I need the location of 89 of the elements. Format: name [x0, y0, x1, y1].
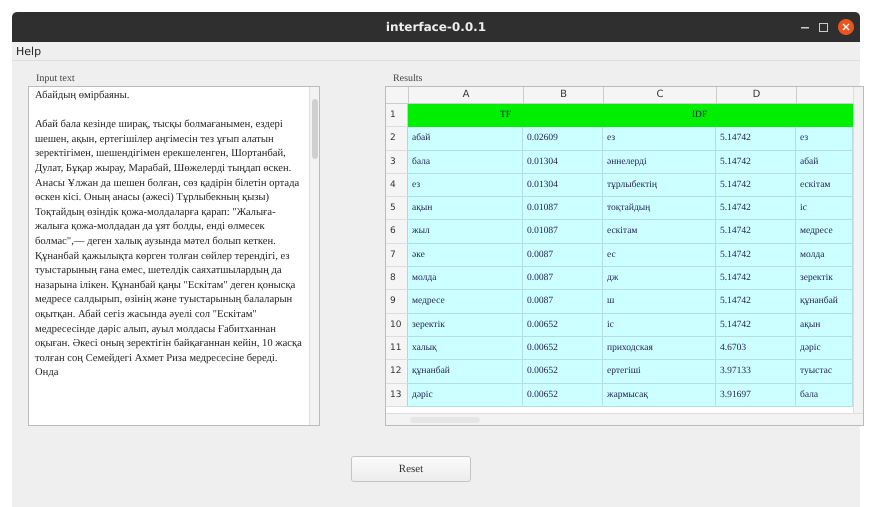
table-cell: 5.14742 [716, 150, 796, 174]
table-cell: зеректік [408, 314, 523, 337]
table-cell: молда [408, 267, 523, 290]
table-cell: 5.14742 [716, 174, 796, 198]
table-cell: бала [796, 384, 853, 407]
table-cell: IDF [603, 104, 796, 128]
table-cell: ертегіші [603, 360, 716, 384]
table-cell: 3.91697 [716, 384, 796, 407]
scrollbar[interactable] [853, 87, 863, 413]
table-cell: 0.0087 [523, 267, 603, 290]
table-cell: ез [603, 127, 716, 151]
table-cell: 5.14742 [716, 127, 796, 151]
row-header[interactable]: 7 [386, 244, 408, 268]
table-cell: молда [796, 244, 853, 268]
row-header[interactable]: 5 [386, 197, 408, 220]
table-cell: медресе [796, 220, 853, 244]
row-header[interactable]: 1 [386, 104, 408, 128]
table-cell: 0.00652 [523, 336, 603, 360]
table-cell: медресе [408, 290, 523, 314]
row-header[interactable]: 11 [386, 336, 408, 360]
table-cell: тоқтайдың [603, 197, 716, 220]
table-cell: 0.0087 [523, 244, 603, 268]
table-cell: 0.0087 [523, 290, 603, 314]
table-cell: абай [408, 127, 523, 151]
close-icon[interactable] [838, 19, 854, 35]
table-cell: 5.14742 [716, 197, 796, 220]
table-cell: бала [408, 150, 523, 174]
table-cell: іс [796, 197, 853, 220]
group-label: Results [393, 73, 424, 84]
row-header[interactable]: 9 [386, 290, 408, 314]
row-header[interactable]: 12 [386, 360, 408, 384]
scrollbar[interactable] [386, 413, 863, 425]
table-cell: 0.02609 [523, 127, 603, 151]
row-header[interactable]: 3 [386, 150, 408, 174]
table-cell: зеректік [796, 267, 853, 290]
table-cell: дәріс [796, 336, 853, 360]
maximize-icon[interactable] [819, 22, 828, 32]
row-header[interactable]: 2 [386, 127, 408, 151]
table-cell: іс [603, 314, 716, 337]
table-cell: абай [796, 150, 853, 174]
table-cell: 3.97133 [716, 360, 796, 384]
menu-item[interactable]: Help [16, 44, 42, 58]
column-header[interactable]: A [409, 87, 524, 103]
table-cell: ш [603, 290, 716, 314]
table-cell: тұрлыбектің [603, 174, 716, 198]
table-cell: 0.00652 [523, 314, 603, 337]
table-cell: ез [408, 174, 523, 198]
table-cell: 0.01304 [523, 174, 603, 198]
table-cell: 4.6703 [716, 336, 796, 360]
column-header[interactable]: D [717, 87, 797, 103]
column-header[interactable]: C [604, 87, 717, 103]
table-cell: дж [603, 267, 716, 290]
table-cell: ескітам [796, 174, 853, 198]
table-cell: 0.01304 [523, 150, 603, 174]
row-header[interactable]: 4 [386, 174, 408, 198]
table-cell: жыл [408, 220, 523, 244]
table-cell: 5.14742 [716, 220, 796, 244]
table-cell: ақын [796, 314, 853, 337]
table-cell: әке [408, 244, 523, 268]
table-cell: жармысақ [603, 384, 716, 407]
table-cell: 5.14742 [716, 267, 796, 290]
table-cell: TF [408, 104, 603, 128]
table-cell: 5.14742 [716, 244, 796, 268]
input-text-field[interactable]: Абайдың өмірбаяны. Абай бала кезінде ширақ, тысқы болмағанымен, ездері шешен, ақын, ертегішілер аңгімесін тез ұғып алатын зеректігімен, шешендігімен ерекшеленген, Шортанбай, Дулат, Бұқар жырау, Марабай, Шөжелерді тыңдап өскен. Анасы Ұлжан да шешен болған, сөз қадірін білетін ортада өскен кісі. Оның анасы (әжесі) Тұрлыбекның қызы) Тоқтайдың өзіндік қожа-молдаларға қарап: "Жалыға-жалыға қожа-молдадан да ұят болды, енді өлмесек болмас",— деген халық аузында мәтел болып кеткен. Құнанбай қажылықта көрген толған сөйлер терендігі, ез туыстарының ғана емес, шетелдік саяхатшылардың да назарына ілікен. Құнанбай қаңы "Ескітам" деген қонысқа медресе салдырып, өзінің және туыстарының балаларын оқытқан. Абай сегіз жасында әуелі сол "Ескітам" медресесінде дәріс алып, ауыл молдасы Ғабитханнан оқыған. Әкесі оның зеректігін байқағаннан кейін, 10 жасқа толған соң Семейдегі Ахмет Риза медресесіне береді. Онда [28, 86, 320, 426]
table-cell: 5.14742 [716, 290, 796, 314]
table-cell: ес [603, 244, 716, 268]
table-cell: 0.01087 [523, 220, 603, 244]
table-cell: ақын [408, 197, 523, 220]
table-cell: ескітам [603, 220, 716, 244]
table-cell: дәріс [408, 384, 523, 407]
table-cell: ез [796, 127, 853, 151]
table-cell: 0.00652 [523, 360, 603, 384]
row-header[interactable]: 13 [386, 384, 408, 407]
row-header[interactable]: 8 [386, 267, 408, 290]
group-label: Input text [36, 73, 76, 84]
reset-button[interactable]: Reset [351, 456, 471, 482]
table-cell: құнанбай [796, 290, 853, 314]
window-title: interface-0.0.1 [386, 20, 486, 34]
table-cell: халық [408, 336, 523, 360]
table-cell: әннелерді [603, 150, 716, 174]
column-header[interactable]: B [524, 87, 604, 103]
table-cell: құнанбай [408, 360, 523, 384]
row-header[interactable]: 10 [386, 314, 408, 337]
table-cell: туыстас [796, 360, 853, 384]
table-cell: 0.01087 [523, 197, 603, 220]
table-cell: 0.00652 [523, 384, 603, 407]
table-cell: 5.14742 [716, 314, 796, 337]
row-header[interactable]: 6 [386, 220, 408, 244]
table-cell: приходская [603, 336, 716, 360]
